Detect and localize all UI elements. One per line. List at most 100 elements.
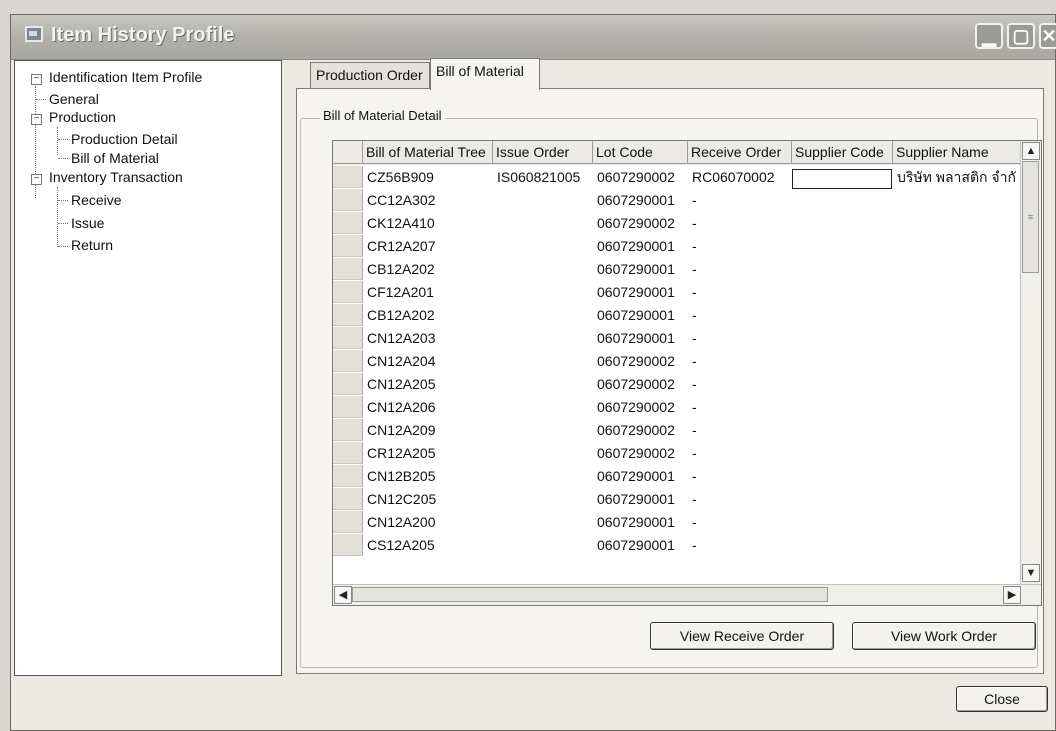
cell-receive-order[interactable]: RC06070002	[688, 166, 792, 188]
chevron-up-icon[interactable]: ▲	[1022, 142, 1040, 160]
cell-receive-order[interactable]: -	[688, 327, 792, 349]
cell-bill-of-material-tree[interactable]: CC12A302	[363, 189, 493, 211]
cell-receive-order[interactable]: -	[688, 442, 792, 464]
cell-supplier-code[interactable]	[792, 511, 893, 533]
row-header[interactable]	[333, 212, 363, 234]
column-header-supplier-code[interactable]: Supplier Code	[792, 141, 893, 164]
cell-supplier-name[interactable]	[893, 189, 1023, 211]
cell-receive-order[interactable]: -	[688, 189, 792, 211]
vertical-scroll-thumb[interactable]: ≡	[1022, 161, 1039, 273]
cell-lot-code[interactable]: 0607290002	[593, 350, 688, 372]
cell-lot-code[interactable]: 0607290002	[593, 373, 688, 395]
cell-bill-of-material-tree[interactable]: CN12A206	[363, 396, 493, 418]
chevron-left-icon[interactable]: ◀	[334, 586, 352, 604]
vertical-scrollbar[interactable]: ▲ ≡ ▼	[1020, 141, 1041, 587]
cell-supplier-name[interactable]	[893, 534, 1023, 556]
cell-lot-code[interactable]: 0607290002	[593, 212, 688, 234]
maximize-icon[interactable]: ▢	[1007, 23, 1035, 49]
cell-supplier-name[interactable]	[893, 396, 1023, 418]
cell-receive-order[interactable]: -	[688, 235, 792, 257]
cell-receive-order[interactable]: -	[688, 350, 792, 372]
cell-supplier-code[interactable]	[792, 396, 893, 418]
chevron-right-icon[interactable]: ▶	[1003, 586, 1021, 604]
cell-supplier-name[interactable]	[893, 258, 1023, 280]
cell-receive-order[interactable]: -	[688, 534, 792, 556]
cell-bill-of-material-tree[interactable]: CN12A209	[363, 419, 493, 441]
row-header[interactable]	[333, 396, 363, 418]
horizontal-scrollbar[interactable]: ◀ ▶	[333, 584, 1041, 605]
cell-lot-code[interactable]: 0607290001	[593, 534, 688, 556]
cell-issue-order[interactable]	[493, 373, 593, 395]
cell-receive-order[interactable]: -	[688, 281, 792, 303]
cell-supplier-name[interactable]	[893, 281, 1023, 303]
column-header-supplier-name[interactable]: Supplier Name	[893, 141, 1023, 164]
cell-supplier-name[interactable]	[893, 488, 1023, 510]
cell-bill-of-material-tree[interactable]: CN12B205	[363, 465, 493, 487]
row-header[interactable]	[333, 166, 363, 188]
cell-lot-code[interactable]: 0607290001	[593, 304, 688, 326]
row-header[interactable]	[333, 189, 363, 211]
supplier-code-edit-cell[interactable]	[792, 169, 892, 189]
cell-issue-order[interactable]	[493, 511, 593, 533]
cell-receive-order[interactable]: -	[688, 465, 792, 487]
close-icon[interactable]: ✕	[1039, 23, 1056, 49]
cell-issue-order[interactable]: IS060821005	[493, 166, 593, 188]
cell-receive-order[interactable]: -	[688, 419, 792, 441]
cell-receive-order[interactable]: -	[688, 488, 792, 510]
bill-of-material-grid[interactable]: Bill of Material Tree Issue Order Lot Co…	[332, 140, 1042, 606]
column-header-bill-of-material-tree[interactable]: Bill of Material Tree	[363, 141, 493, 164]
column-header-receive-order[interactable]: Receive Order	[688, 141, 792, 164]
cell-lot-code[interactable]: 0607290001	[593, 258, 688, 280]
chevron-down-icon[interactable]: ▼	[1022, 564, 1040, 582]
tree-item-production[interactable]: Production	[49, 109, 116, 125]
cell-lot-code[interactable]: 0607290001	[593, 235, 688, 257]
cell-supplier-code[interactable]	[792, 212, 893, 234]
cell-supplier-code[interactable]	[792, 442, 893, 464]
cell-lot-code[interactable]: 0607290001	[593, 281, 688, 303]
cell-bill-of-material-tree[interactable]: CN12A200	[363, 511, 493, 533]
row-header[interactable]	[333, 258, 363, 280]
cell-bill-of-material-tree[interactable]: CZ56B909	[363, 166, 493, 188]
cell-issue-order[interactable]	[493, 465, 593, 487]
title-bar[interactable]: Item History Profile ▁ ▢ ✕	[11, 15, 1056, 60]
cell-issue-order[interactable]	[493, 235, 593, 257]
cell-bill-of-material-tree[interactable]: CR12A205	[363, 442, 493, 464]
cell-bill-of-material-tree[interactable]: CN12A204	[363, 350, 493, 372]
cell-bill-of-material-tree[interactable]: CR12A207	[363, 235, 493, 257]
cell-issue-order[interactable]	[493, 304, 593, 326]
cell-supplier-name[interactable]	[893, 350, 1023, 372]
view-receive-order-button[interactable]: View Receive Order	[650, 622, 834, 650]
profile-tree[interactable]: − Identification Item Profile General − …	[14, 60, 282, 676]
cell-lot-code[interactable]: 0607290002	[593, 166, 688, 188]
cell-supplier-name[interactable]	[893, 304, 1023, 326]
cell-receive-order[interactable]: -	[688, 373, 792, 395]
row-header[interactable]	[333, 350, 363, 372]
cell-supplier-name[interactable]	[893, 327, 1023, 349]
cell-supplier-code[interactable]	[792, 534, 893, 556]
cell-supplier-code[interactable]	[792, 281, 893, 303]
cell-bill-of-material-tree[interactable]: CF12A201	[363, 281, 493, 303]
cell-bill-of-material-tree[interactable]: CK12A410	[363, 212, 493, 234]
column-header-issue-order[interactable]: Issue Order	[493, 141, 593, 164]
tree-item-bill-of-material[interactable]: Bill of Material	[71, 150, 159, 166]
cell-lot-code[interactable]: 0607290002	[593, 442, 688, 464]
minus-box-icon[interactable]: −	[31, 74, 42, 85]
cell-issue-order[interactable]	[493, 327, 593, 349]
cell-receive-order[interactable]: -	[688, 212, 792, 234]
horizontal-scroll-thumb[interactable]	[352, 587, 828, 602]
cell-bill-of-material-tree[interactable]: CN12A203	[363, 327, 493, 349]
tree-item-general[interactable]: General	[49, 91, 99, 107]
row-header[interactable]	[333, 442, 363, 464]
cell-lot-code[interactable]: 0607290001	[593, 511, 688, 533]
cell-supplier-code[interactable]	[792, 465, 893, 487]
cell-receive-order[interactable]: -	[688, 304, 792, 326]
cell-issue-order[interactable]	[493, 396, 593, 418]
tree-item-identification-item-profile[interactable]: Identification Item Profile	[49, 69, 202, 85]
cell-issue-order[interactable]	[493, 488, 593, 510]
cell-supplier-code[interactable]	[792, 189, 893, 211]
close-button[interactable]: Close	[956, 686, 1048, 712]
tree-item-production-detail[interactable]: Production Detail	[71, 131, 178, 147]
cell-supplier-name[interactable]	[893, 373, 1023, 395]
row-header[interactable]	[333, 235, 363, 257]
view-work-order-button[interactable]: View Work Order	[852, 622, 1036, 650]
